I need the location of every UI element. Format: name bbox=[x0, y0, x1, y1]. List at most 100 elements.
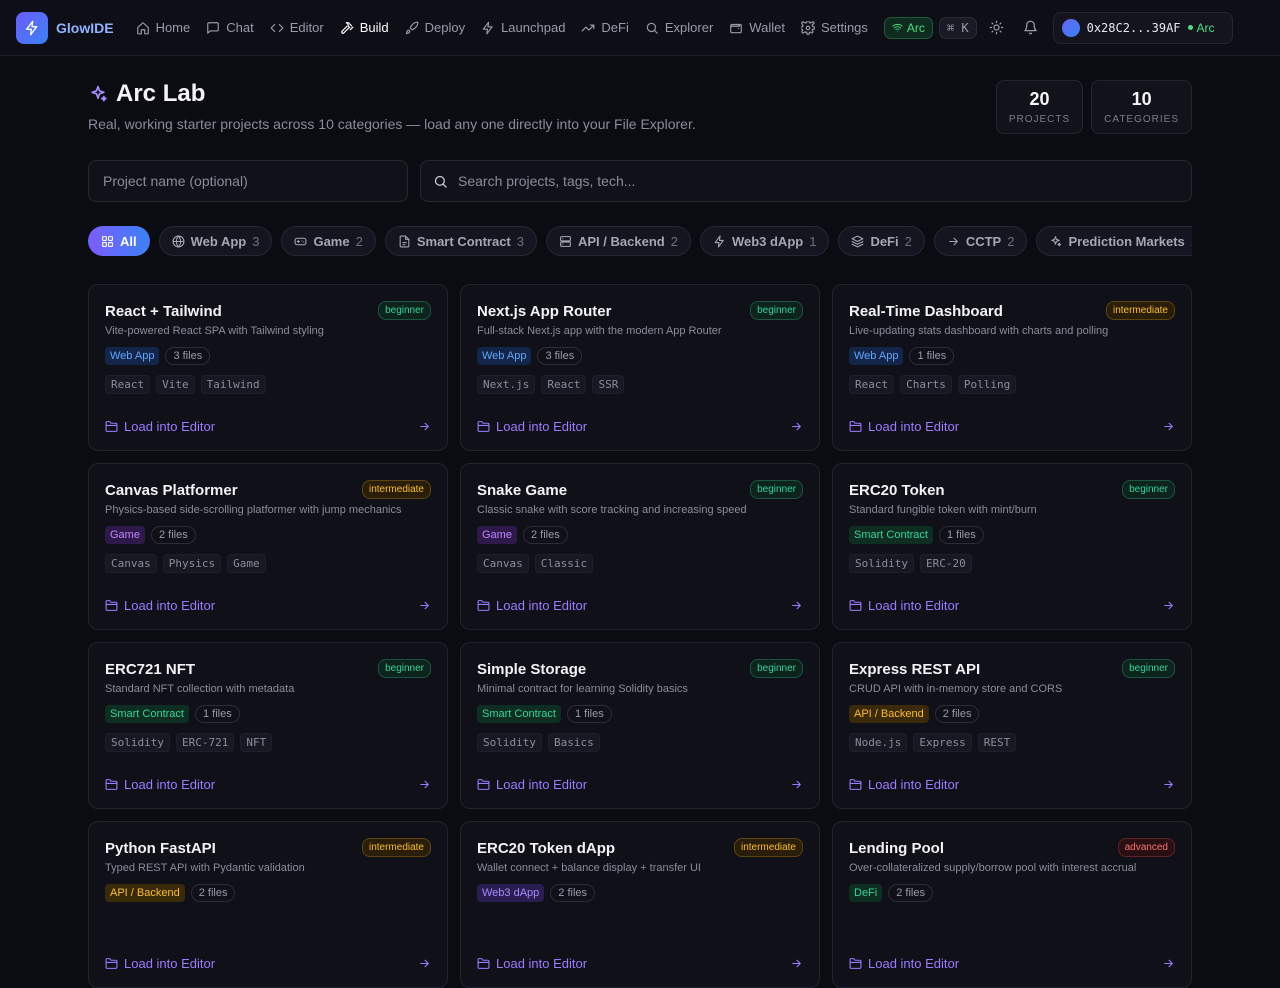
load-into-editor-button[interactable]: Load into Editor bbox=[105, 777, 215, 792]
nav-item-settings[interactable]: Settings bbox=[793, 12, 876, 44]
tech-tag: React bbox=[105, 375, 151, 394]
project-card[interactable]: ERC20 Token beginner Standard fungible tok… bbox=[832, 463, 1192, 630]
category-badge: DeFi bbox=[849, 884, 883, 902]
brand-name[interactable]: GlowIDE bbox=[56, 20, 114, 36]
theme-toggle-button[interactable] bbox=[983, 14, 1011, 42]
wallet-button[interactable]: 0x28C2...39AF Arc bbox=[1052, 11, 1233, 44]
folder-icon bbox=[477, 421, 490, 432]
load-into-editor-button[interactable]: Load into Editor bbox=[477, 419, 587, 434]
category-badge: Web3 dApp bbox=[477, 884, 545, 902]
tech-tag: Game bbox=[227, 554, 266, 573]
project-card[interactable]: Real-Time Dashboard intermediate Live-upda… bbox=[832, 284, 1192, 451]
tech-tags: Solidity ERC-721 NFT bbox=[105, 733, 431, 752]
filter-chip-all[interactable]: All bbox=[88, 226, 150, 256]
tech-tag: Classic bbox=[534, 554, 594, 573]
project-grid: React + Tailwind beginner Vite-powered Rea… bbox=[88, 284, 1192, 988]
project-name-input[interactable] bbox=[88, 160, 408, 202]
nav-item-deploy[interactable]: Deploy bbox=[397, 12, 473, 44]
nav-item-build[interactable]: Build bbox=[332, 12, 397, 44]
open-arrow-button[interactable] bbox=[418, 420, 431, 433]
nav-item-defi[interactable]: DeFi bbox=[573, 12, 636, 44]
nav-item-wallet[interactable]: Wallet bbox=[721, 12, 793, 44]
load-label: Load into Editor bbox=[868, 419, 960, 434]
stat-categories-label: CATEGORIES bbox=[1104, 114, 1179, 125]
project-card[interactable]: Python FastAPI intermediate Typed REST API… bbox=[88, 821, 448, 988]
nav-item-home[interactable]: Home bbox=[128, 12, 199, 44]
load-into-editor-button[interactable]: Load into Editor bbox=[477, 777, 587, 792]
project-card[interactable]: Express REST API beginner CRUD API with in… bbox=[832, 642, 1192, 809]
status-dot-icon bbox=[1187, 25, 1193, 30]
filter-chip-api-backend[interactable]: API / Backend 2 bbox=[546, 226, 691, 256]
load-into-editor-button[interactable]: Load into Editor bbox=[477, 598, 587, 613]
level-badge: intermediate bbox=[361, 480, 431, 499]
search-input[interactable] bbox=[448, 161, 1191, 201]
open-arrow-button[interactable] bbox=[790, 599, 803, 612]
load-label: Load into Editor bbox=[124, 598, 216, 613]
nav-item-launchpad[interactable]: Launchpad bbox=[473, 12, 573, 44]
load-into-editor-button[interactable]: Load into Editor bbox=[849, 598, 959, 613]
load-into-editor-button[interactable]: Load into Editor bbox=[105, 419, 215, 434]
brand-logo[interactable] bbox=[16, 11, 48, 44]
nav-item-explorer[interactable]: Explorer bbox=[637, 12, 721, 44]
nav-item-editor[interactable]: Editor bbox=[262, 12, 332, 44]
load-into-editor-button[interactable]: Load into Editor bbox=[105, 956, 215, 971]
project-card[interactable]: ERC721 NFT beginner Standard NFT collectio… bbox=[88, 642, 448, 809]
project-description: CRUD API with in-memory store and CORS bbox=[849, 683, 1063, 695]
category-badge: Web App bbox=[849, 347, 904, 365]
filter-chip-smart-contract[interactable]: Smart Contract 3 bbox=[384, 226, 537, 256]
arrow-right-icon bbox=[1164, 959, 1173, 968]
project-card[interactable]: Canvas Platformer intermediate Physics-bas… bbox=[88, 463, 448, 630]
open-arrow-button[interactable] bbox=[1162, 957, 1175, 970]
arrow-right-icon bbox=[792, 959, 801, 968]
project-card[interactable]: Next.js App Router beginner Full-stack Nex… bbox=[460, 284, 820, 451]
load-into-editor-button[interactable]: Load into Editor bbox=[849, 956, 959, 971]
chat-icon bbox=[207, 21, 220, 34]
project-card[interactable]: ERC20 Token dApp intermediate Wallet conne… bbox=[460, 821, 820, 988]
project-card[interactable]: React + Tailwind beginner Vite-powered Rea… bbox=[88, 284, 448, 451]
sparkle-icon bbox=[91, 85, 107, 102]
open-arrow-button[interactable] bbox=[790, 778, 803, 791]
filter-chip-count: 1 bbox=[809, 233, 817, 249]
filter-chip-web3-dapp[interactable]: Web3 dApp 1 bbox=[699, 226, 830, 256]
open-arrow-button[interactable] bbox=[790, 420, 803, 433]
load-into-editor-button[interactable]: Load into Editor bbox=[849, 777, 959, 792]
load-into-editor-button[interactable]: Load into Editor bbox=[477, 956, 587, 971]
filter-chip-web-app[interactable]: Web App 3 bbox=[158, 226, 273, 256]
open-arrow-button[interactable] bbox=[418, 599, 431, 612]
project-description: Standard NFT collection with metadata bbox=[105, 683, 295, 695]
tech-tag: Node.js bbox=[849, 733, 908, 752]
load-into-editor-button[interactable]: Load into Editor bbox=[849, 419, 959, 434]
open-arrow-button[interactable] bbox=[418, 957, 431, 970]
search-box[interactable] bbox=[420, 160, 1192, 202]
filter-chip-game[interactable]: Game 2 bbox=[281, 226, 376, 256]
notifications-button[interactable] bbox=[1017, 14, 1045, 42]
nav-item-label: Deploy bbox=[424, 20, 466, 35]
open-arrow-button[interactable] bbox=[790, 957, 803, 970]
command-palette-shortcut[interactable]: ⌘ K bbox=[938, 16, 977, 39]
tech-tag: Tailwind bbox=[200, 375, 266, 394]
nav-item-label: Build bbox=[359, 20, 389, 35]
project-card[interactable]: Simple Storage beginner Minimal contract f… bbox=[460, 642, 820, 809]
arrow-right-icon bbox=[949, 237, 958, 245]
open-arrow-button[interactable] bbox=[1162, 599, 1175, 612]
nav-item-label: Launchpad bbox=[501, 20, 566, 35]
arrow-right-icon bbox=[420, 601, 429, 610]
open-arrow-button[interactable] bbox=[1162, 778, 1175, 791]
wallet-avatar-icon bbox=[1061, 18, 1080, 37]
filter-chip-prediction-markets[interactable]: Prediction Markets 1 bbox=[1036, 226, 1192, 256]
project-card[interactable]: Snake Game beginner Classic snake with sco… bbox=[460, 463, 820, 630]
open-arrow-button[interactable] bbox=[1162, 420, 1175, 433]
load-label: Load into Editor bbox=[496, 777, 588, 792]
category-badge: API / Backend bbox=[105, 884, 185, 902]
tech-tags: Solidity ERC-20 bbox=[849, 554, 1175, 573]
network-pill[interactable]: Arc bbox=[883, 16, 933, 39]
load-into-editor-button[interactable]: Load into Editor bbox=[105, 598, 215, 613]
filter-chip-cctp[interactable]: CCTP 2 bbox=[933, 226, 1028, 256]
nav-item-chat[interactable]: Chat bbox=[198, 12, 261, 44]
folder-icon bbox=[849, 958, 862, 969]
open-arrow-button[interactable] bbox=[418, 778, 431, 791]
category-badge: Game bbox=[477, 526, 517, 544]
filter-chip-defi[interactable]: DeFi 2 bbox=[838, 226, 925, 256]
project-card[interactable]: Lending Pool advanced Over-collateralized … bbox=[832, 821, 1192, 988]
tech-tags: Canvas Classic bbox=[477, 554, 803, 573]
